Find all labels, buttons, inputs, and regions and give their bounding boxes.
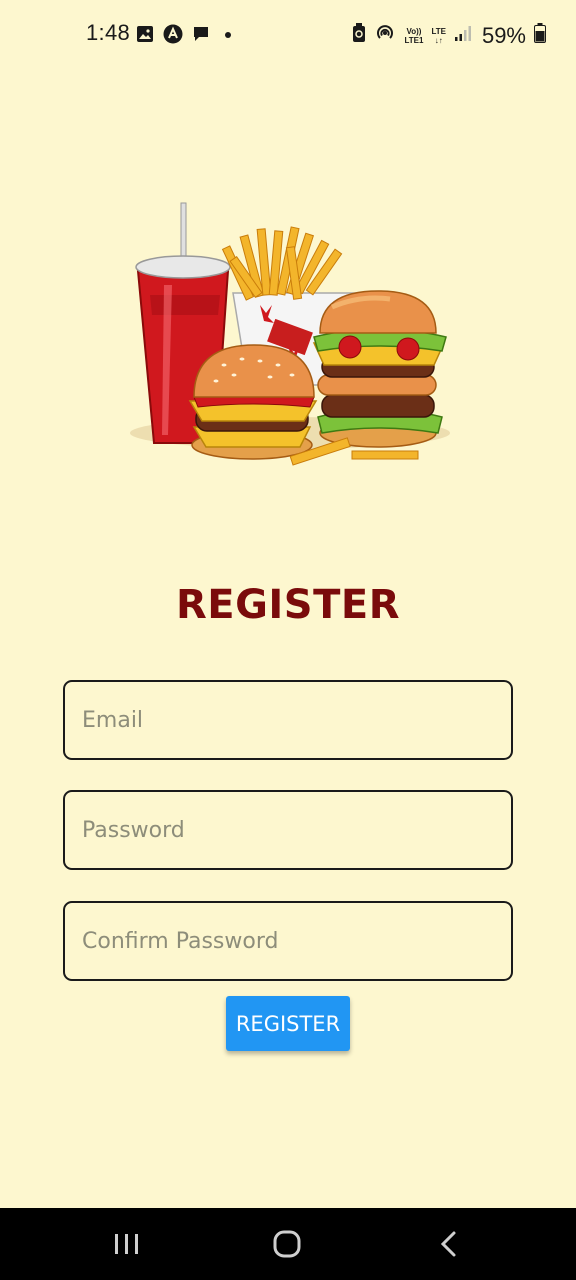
app-icon [163,24,183,49]
chat-icon [192,25,210,48]
status-time: 1:48 [86,20,131,45]
email-input[interactable] [65,682,511,758]
signal-icon [454,24,472,47]
back-icon[interactable] [436,1226,462,1267]
page-title: REGISTER [175,582,401,628]
password-field[interactable] [63,790,513,870]
home-icon[interactable] [272,1226,304,1267]
confirm-password-field[interactable] [63,901,513,981]
email-field[interactable] [63,680,513,760]
lte-label: LTE ↓↑ [431,26,446,45]
battery-icon [534,23,546,48]
recents-icon[interactable] [112,1226,142,1267]
status-bar: 1:48 Vo)) LTE1 LTE ↓↑ 59% [0,0,576,70]
image-icon [136,25,154,48]
status-left-icons [136,24,233,49]
network-label: Vo)) LTE1 [404,26,424,45]
status-right-icons: Vo)) LTE1 LTE ↓↑ 59% [352,22,546,49]
password-input[interactable] [65,792,511,868]
register-button[interactable]: REGISTER [226,996,350,1051]
navigation-bar [0,1208,576,1280]
confirm-password-input[interactable] [65,903,511,979]
battery-percent: 59% [481,22,526,48]
saver-icon [352,23,366,48]
fast-food-illustration [120,195,460,485]
dot-icon [219,27,233,46]
hotspot-icon [374,22,396,49]
